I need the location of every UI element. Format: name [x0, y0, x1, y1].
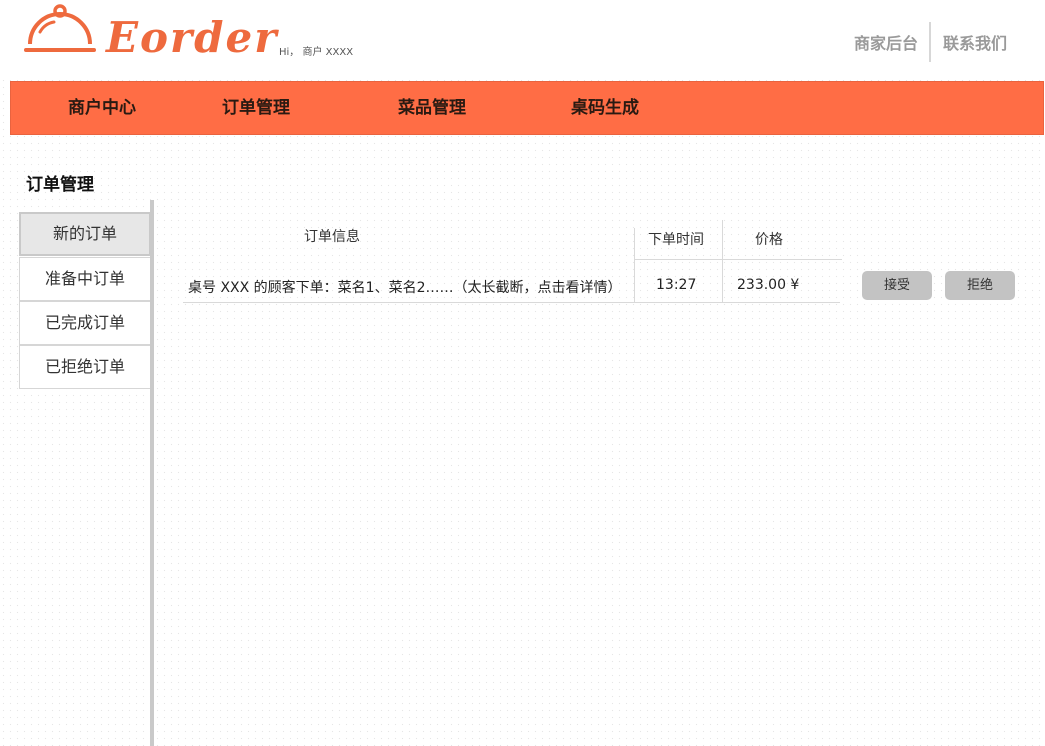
column-divider — [634, 228, 635, 302]
nav-dish-management[interactable]: 菜品管理 — [398, 82, 466, 134]
sidebar-item-preparing-orders[interactable]: 准备中订单 — [19, 257, 151, 301]
nav-order-management[interactable]: 订单管理 — [222, 82, 290, 134]
order-time-cell: 13:27 — [656, 277, 697, 293]
column-divider — [722, 220, 723, 302]
row-divider — [183, 302, 840, 303]
accept-button[interactable]: 接受 — [862, 271, 932, 300]
nav-table-code[interactable]: 桌码生成 — [571, 82, 639, 134]
column-header-price: 价格 — [755, 232, 783, 248]
sidebar-item-rejected-orders[interactable]: 已拒绝订单 — [19, 345, 151, 389]
merchant-backend-link[interactable]: 商家后台 — [854, 30, 918, 54]
page-title: 订单管理 — [26, 175, 94, 195]
main-nav: 商户中心 订单管理 菜品管理 桌码生成 — [10, 81, 1044, 135]
column-header-order-info: 订单信息 — [304, 229, 360, 245]
logo-text: Eorder — [106, 13, 279, 62]
sidebar-item-completed-orders[interactable]: 已完成订单 — [19, 301, 151, 345]
page: Eorder Hi， 商户 XXXX 商家后台 联系我们 商户中心 订单管理 菜… — [0, 0, 1045, 746]
header-divider — [634, 259, 842, 260]
column-header-order-time: 下单时间 — [648, 232, 704, 248]
link-divider — [928, 22, 931, 62]
nav-merchant-center[interactable]: 商户中心 — [68, 82, 136, 134]
greeting: Hi， 商户 XXXX — [279, 47, 354, 58]
sidebar-item-new-orders[interactable]: 新的订单 — [19, 212, 151, 256]
cloche-icon — [24, 4, 96, 52]
sidebar-divider — [150, 200, 154, 746]
reject-button[interactable]: 拒绝 — [945, 271, 1015, 300]
order-price-cell: 233.00 ¥ — [737, 277, 800, 293]
top-links: 商家后台 联系我们 — [854, 22, 1007, 62]
order-info-cell[interactable]: 桌号 XXX 的顾客下单：菜名1、菜名2……（太长截断，点击看详情） — [188, 277, 622, 297]
header: Eorder Hi， 商户 XXXX 商家后台 联系我们 — [0, 0, 1045, 80]
contact-us-link[interactable]: 联系我们 — [943, 30, 1007, 54]
